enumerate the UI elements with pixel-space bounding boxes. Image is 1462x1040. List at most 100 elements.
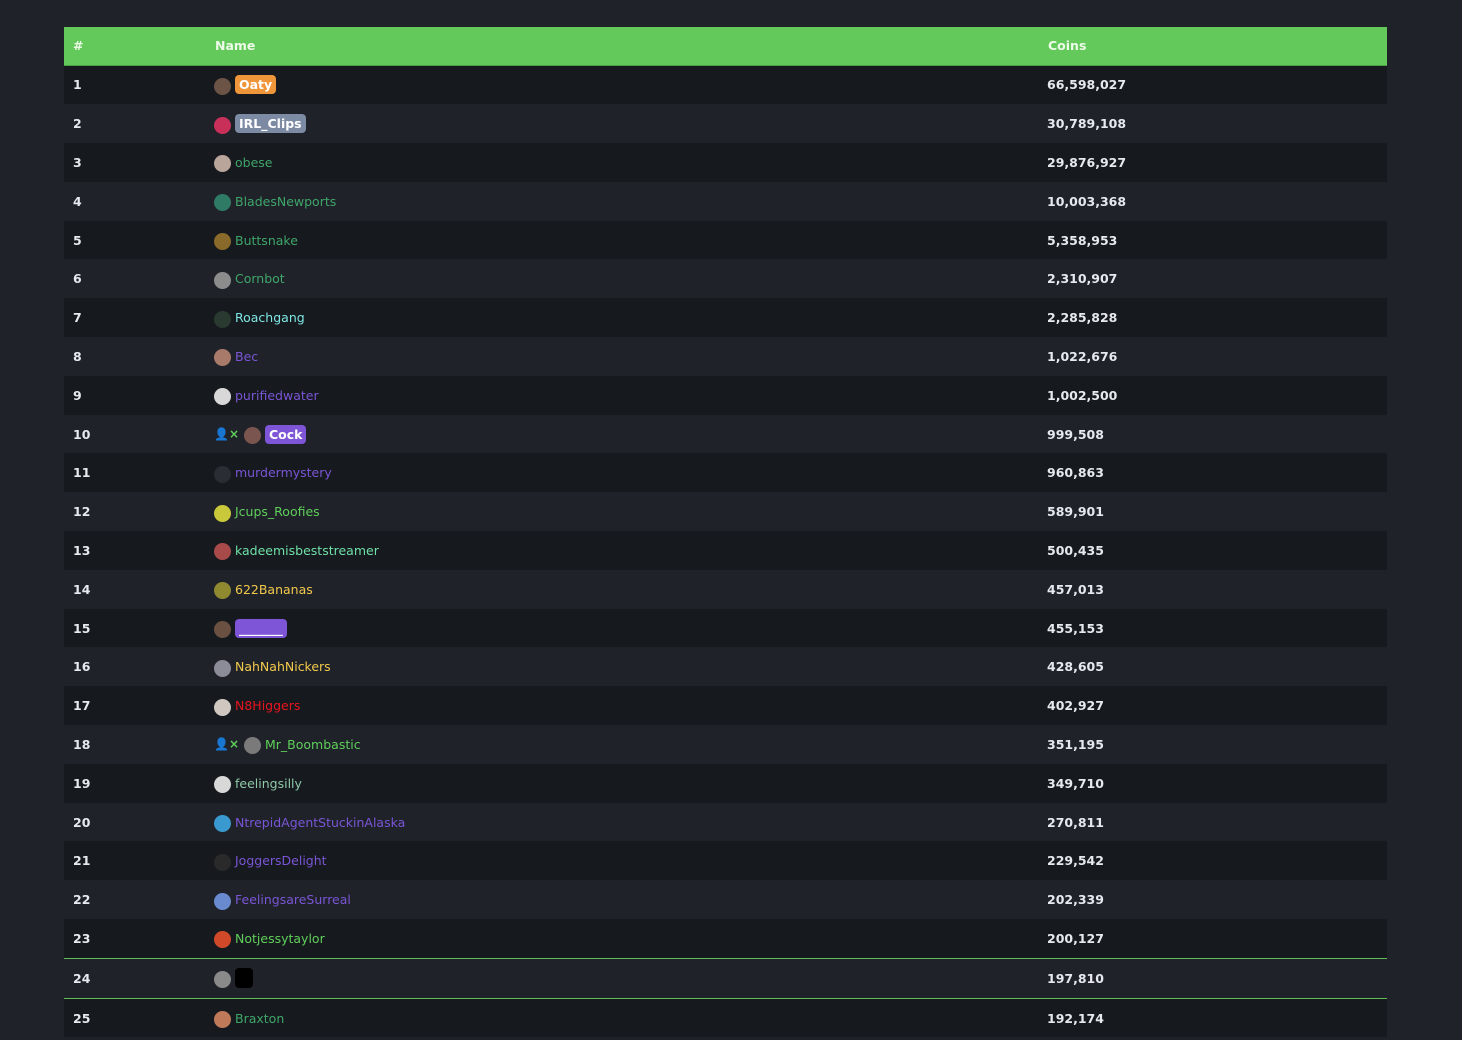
followed-user-icon: 👤× xyxy=(214,737,239,752)
username-link[interactable]: feelingsilly xyxy=(235,776,302,791)
rank: 14 xyxy=(73,581,91,597)
username-link[interactable]: NahNahNickers xyxy=(235,659,331,674)
user-cell: murdermystery xyxy=(214,463,1047,483)
rank-header[interactable]: # xyxy=(64,27,214,66)
user-cell: 👤× Mr_Boombastic xyxy=(214,734,1047,755)
table-row: 16 NahNahNickers 428,605 xyxy=(64,647,1387,687)
username-link[interactable]: JoggersDelight xyxy=(235,853,327,868)
avatar[interactable] xyxy=(214,853,231,871)
leaderboard-table: # Name Coins 1 Oaty 66,598,027 2 IRL_Clip… xyxy=(64,27,1387,1038)
table-row: 7 Roachgang 2,285,828 xyxy=(64,298,1387,338)
user-cell: IRL_Clips xyxy=(214,114,1047,134)
user-cell: obese xyxy=(214,152,1047,173)
avatar[interactable] xyxy=(214,77,231,95)
avatar[interactable] xyxy=(214,388,231,406)
username-link[interactable]: Mr_Boombastic xyxy=(265,737,361,752)
avatar[interactable] xyxy=(214,504,231,522)
avatar[interactable] xyxy=(244,737,261,755)
rank: 10 xyxy=(73,426,91,442)
user-cell: Notjessytaylor xyxy=(214,928,1047,949)
username-link[interactable]: Jcups_Roofies xyxy=(235,504,320,519)
username-link[interactable]: kadeemisbeststreamer xyxy=(235,543,379,558)
avatar[interactable] xyxy=(214,116,231,134)
table-row: 18 👤× Mr_Boombastic 351,195 xyxy=(64,725,1387,764)
user-cell: Braxton xyxy=(214,1008,1047,1029)
rank: 1 xyxy=(73,77,82,93)
avatar[interactable] xyxy=(244,427,261,445)
user-cell: BladesNewports xyxy=(214,191,1047,212)
avatar[interactable] xyxy=(214,233,231,251)
username-link[interactable]: Cock xyxy=(265,424,307,444)
user-cell: NtrepidAgentStuckinAlaska xyxy=(214,812,1047,833)
user-cell: NahNahNickers xyxy=(214,657,1047,677)
avatar[interactable] xyxy=(214,621,231,639)
avatar[interactable] xyxy=(214,349,231,367)
username-link[interactable]: NtrepidAgentStuckinAlaska xyxy=(235,815,405,830)
username-link[interactable]: BladesNewports xyxy=(235,194,336,209)
table-row: 10 👤× Cock 999,508 xyxy=(64,414,1387,454)
avatar[interactable] xyxy=(214,776,231,794)
table-row: 5 Buttsnake 5,358,953 xyxy=(64,220,1387,260)
table-row: 23 Notjessytaylor 200,127 xyxy=(64,919,1387,959)
avatar[interactable] xyxy=(214,698,231,716)
avatar[interactable] xyxy=(214,931,231,949)
username-link[interactable]: Oaty xyxy=(235,75,277,95)
avatar[interactable] xyxy=(214,815,231,833)
username-link[interactable]: IRL_Clips xyxy=(235,114,306,134)
rank: 11 xyxy=(73,465,91,481)
avatar[interactable] xyxy=(214,971,231,989)
avatar[interactable] xyxy=(214,271,231,289)
username-link[interactable]: _______ xyxy=(235,618,287,638)
rank: 15 xyxy=(73,620,91,636)
name-header[interactable]: Name xyxy=(214,27,1047,66)
rank: 23 xyxy=(73,930,91,946)
rank: 20 xyxy=(73,814,91,830)
username-link[interactable]: FeelingsareSurreal xyxy=(235,892,351,907)
coins: 960,863 xyxy=(1047,465,1104,481)
table-row: 3 obese 29,876,927 xyxy=(64,143,1387,182)
username-link[interactable]: murdermystery xyxy=(235,465,332,480)
username-link[interactable]: N8Higgers xyxy=(235,698,300,713)
table-row: 12 Jcups_Roofies 589,901 xyxy=(64,492,1387,532)
coins: 192,174 xyxy=(1047,1010,1104,1026)
avatar[interactable] xyxy=(214,582,231,600)
avatar[interactable] xyxy=(214,194,231,212)
rank: 7 xyxy=(73,310,82,326)
rank: 12 xyxy=(73,504,91,520)
avatar[interactable] xyxy=(214,465,231,483)
username-link[interactable]: Bec xyxy=(235,349,258,364)
coins: 197,810 xyxy=(1047,957,1387,999)
rank: 9 xyxy=(73,387,82,403)
table-row: 2 IRL_Clips 30,789,108 xyxy=(64,104,1387,144)
user-cell: feelingsilly xyxy=(214,773,1047,794)
user-cell: Oaty xyxy=(214,75,1047,95)
coins: 30,789,108 xyxy=(1047,116,1127,132)
rank: 13 xyxy=(73,542,91,558)
username-link[interactable]: Notjessytaylor xyxy=(235,931,325,946)
user-cell: Bec xyxy=(214,346,1047,367)
user-cell: Roachgang xyxy=(214,308,1047,328)
rank: 2 xyxy=(73,116,82,132)
user-cell xyxy=(214,968,1047,989)
username-link[interactable]: 622Bananas xyxy=(235,582,313,597)
username-link[interactable]: purifiedwater xyxy=(235,388,319,403)
username-link[interactable]: Cornbot xyxy=(235,271,285,286)
coins-header[interactable]: Coins xyxy=(1047,27,1387,66)
username-link[interactable]: Buttsnake xyxy=(235,233,298,248)
avatar[interactable] xyxy=(214,659,231,677)
table-row: 9 purifiedwater 1,002,500 xyxy=(64,375,1387,415)
avatar[interactable] xyxy=(214,1011,231,1029)
username-link[interactable]: obese xyxy=(235,155,272,170)
coins: 589,901 xyxy=(1047,504,1104,520)
coins: 500,435 xyxy=(1047,542,1104,558)
avatar[interactable] xyxy=(214,310,231,328)
avatar[interactable] xyxy=(214,892,231,910)
table-row: 24 197,810 xyxy=(64,957,1387,999)
avatar[interactable] xyxy=(214,155,231,173)
coins: 1,022,676 xyxy=(1047,348,1118,364)
username-link[interactable]: Roachgang xyxy=(235,310,305,325)
username-link[interactable]: Braxton xyxy=(235,1011,284,1026)
username-link[interactable] xyxy=(235,968,253,989)
avatar[interactable] xyxy=(214,543,231,561)
user-cell: FeelingsareSurreal xyxy=(214,890,1047,910)
